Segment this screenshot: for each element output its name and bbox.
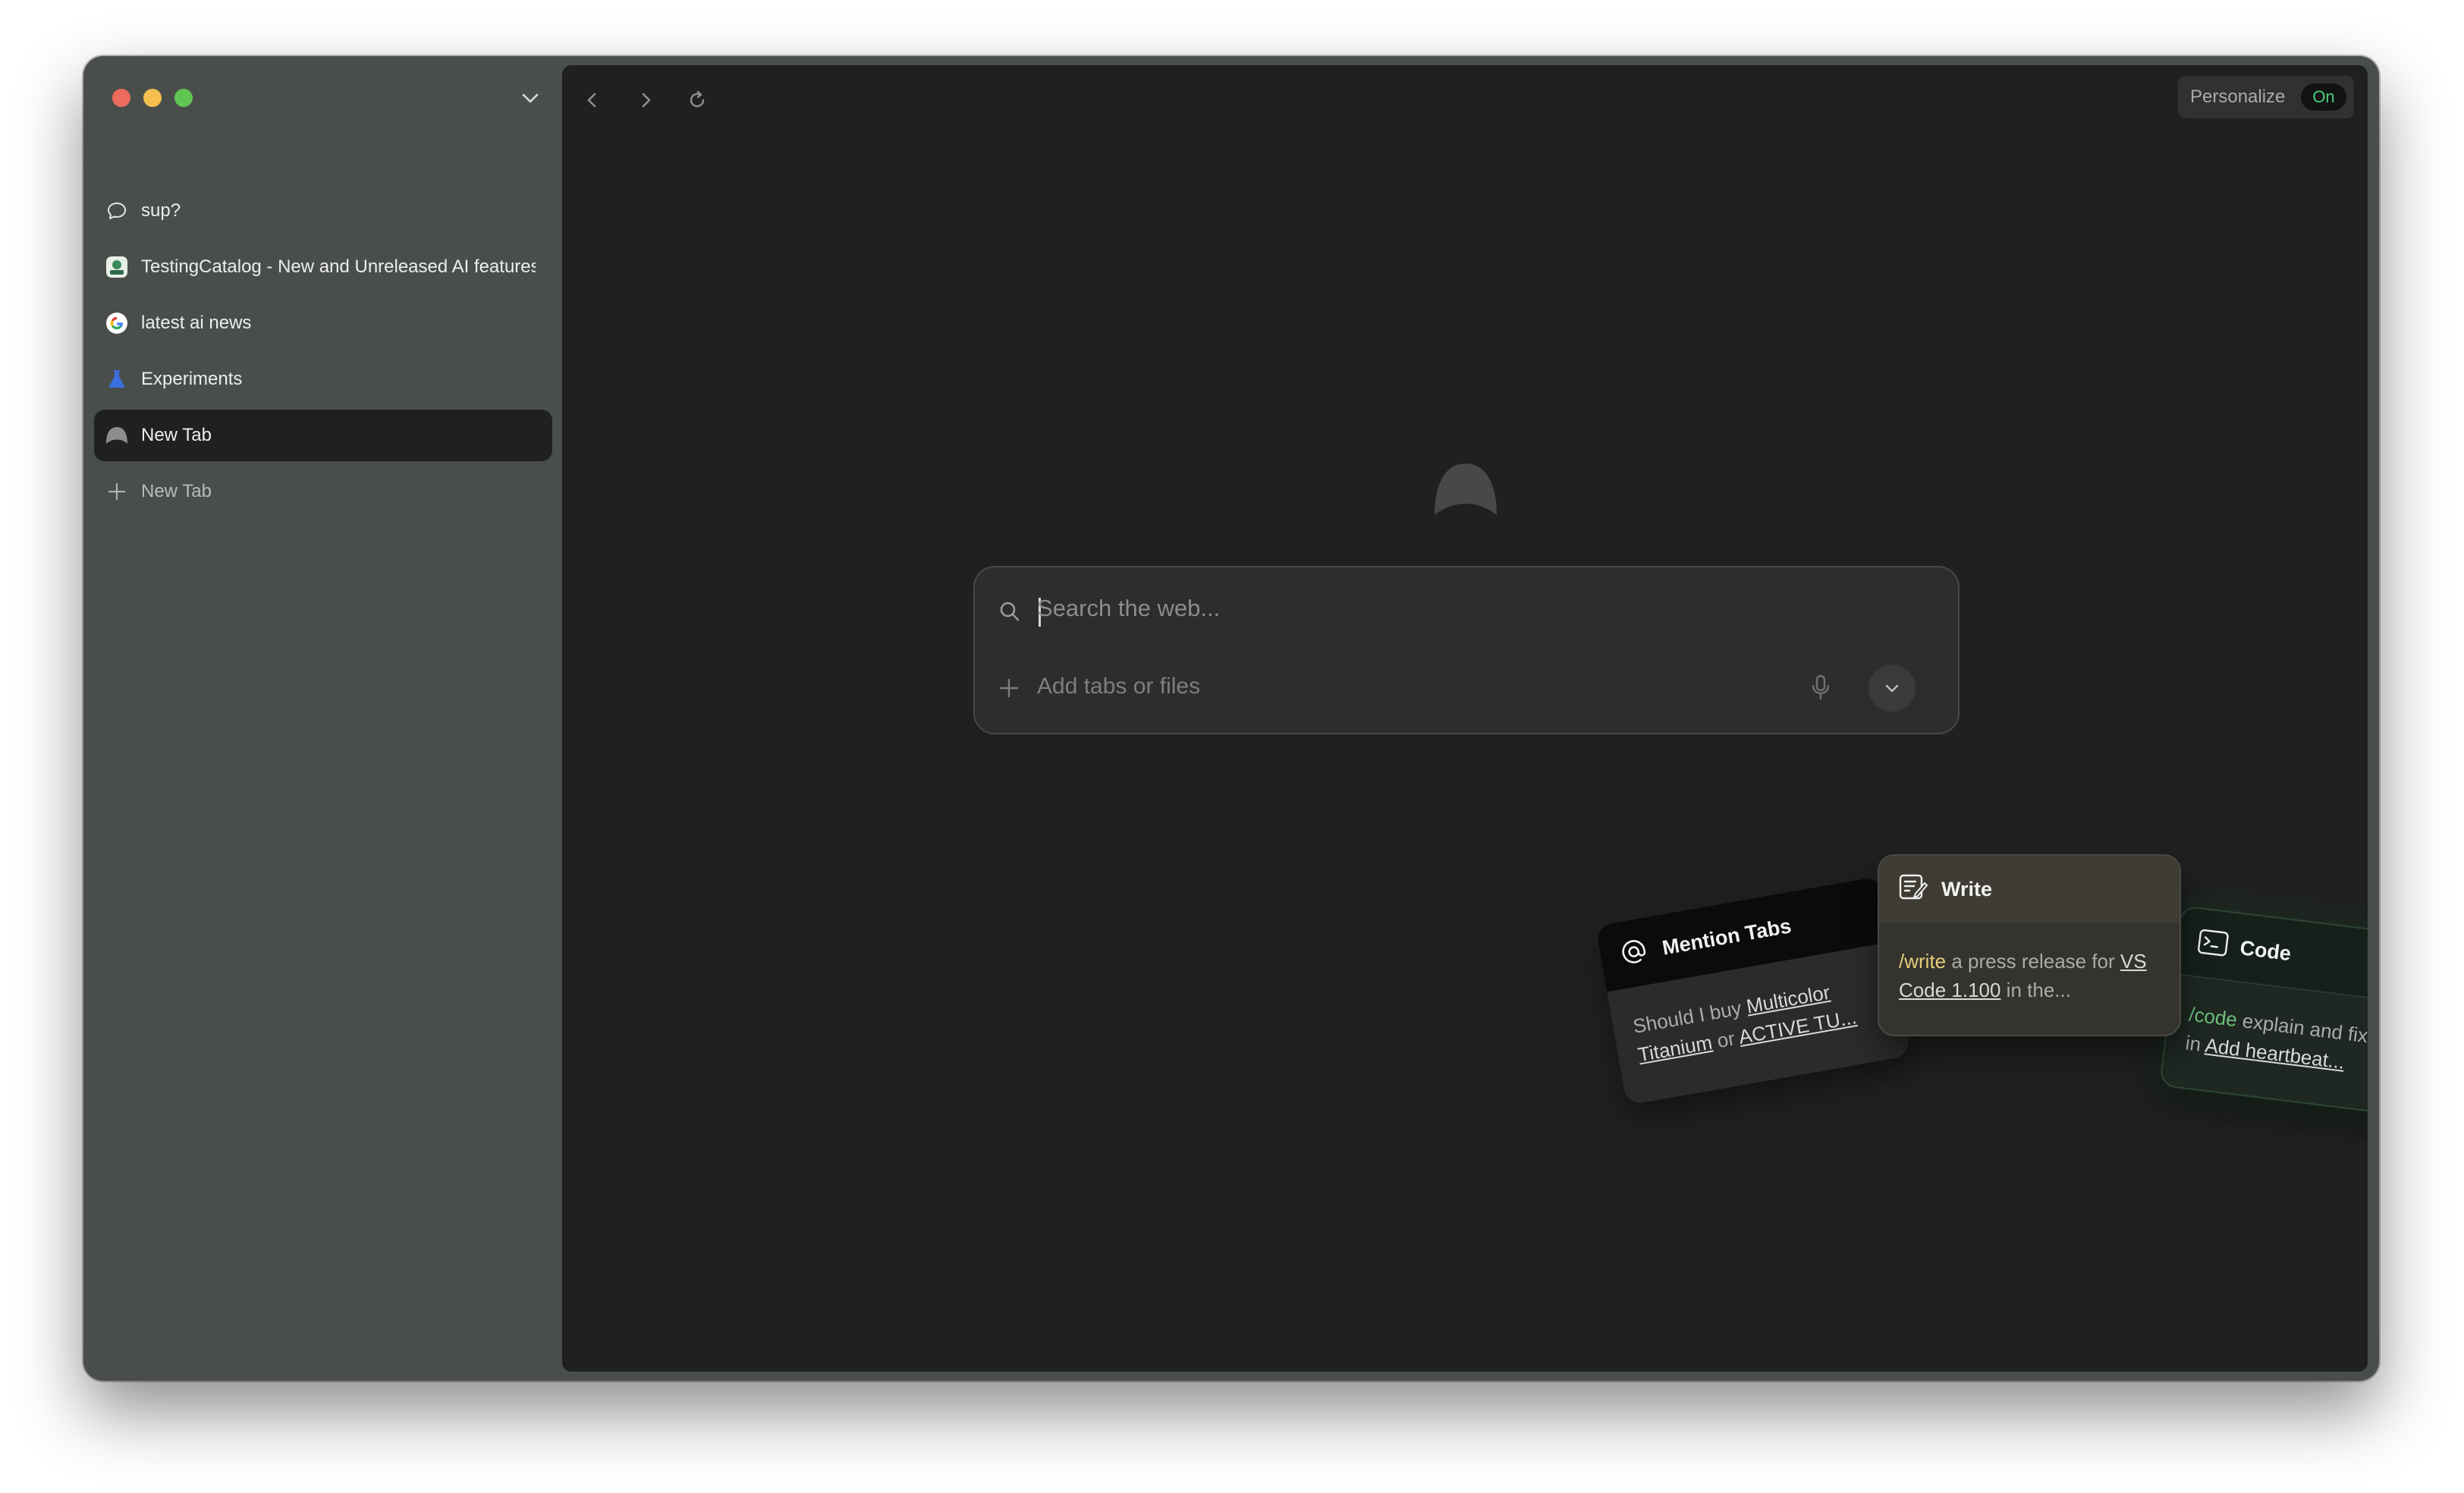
chevron-down-icon xyxy=(1881,677,1903,699)
card-title: Mention Tabs xyxy=(1661,914,1793,960)
chevron-left-icon xyxy=(583,90,602,110)
write-icon xyxy=(1899,874,1928,905)
minimize-window-button[interactable] xyxy=(143,89,162,107)
card-example: Should I buy Multicolor Titanium or ACTI… xyxy=(1630,968,1890,1069)
sidebar-item-label: sup? xyxy=(141,200,536,222)
example-text: in the... xyxy=(2000,979,2071,1001)
chevron-right-icon xyxy=(636,90,655,110)
chat-bubble-icon xyxy=(105,199,129,223)
back-button[interactable] xyxy=(577,85,608,115)
example-text: a press release for xyxy=(1946,950,2120,973)
code-card[interactable]: Code /code explain and fix the bug in Ad… xyxy=(2159,905,2368,1122)
personalize-toggle[interactable]: On xyxy=(2301,83,2346,111)
card-header: Code xyxy=(2174,907,2368,1010)
main-content: Personalize On Search the web... Add tab… xyxy=(562,65,2368,1372)
close-window-button[interactable] xyxy=(112,89,130,107)
browser-window: sup? TestingCatalog - New and Unreleased… xyxy=(83,56,2379,1381)
chevron-down-icon[interactable] xyxy=(519,86,542,109)
zoom-window-button[interactable] xyxy=(174,89,193,107)
slash-command: /write xyxy=(1899,950,1946,973)
google-icon xyxy=(105,311,129,335)
at-sign-icon xyxy=(1618,935,1651,971)
reload-button[interactable] xyxy=(682,85,712,115)
personalize-label: Personalize xyxy=(2190,86,2285,108)
terminal-icon xyxy=(2196,928,2230,961)
write-card[interactable]: Write /write a press release for VS Code… xyxy=(1878,854,2181,1036)
sidebar: sup? TestingCatalog - New and Unreleased… xyxy=(83,56,561,1381)
example-text: or xyxy=(1710,1026,1741,1053)
new-tab-label: New Tab xyxy=(141,481,536,502)
testingcatalog-favicon xyxy=(105,255,129,279)
card-title: Code xyxy=(2239,936,2293,966)
card-example: /write a press release for VS Code 1.100… xyxy=(1899,947,2164,1004)
personalize-control[interactable]: Personalize On xyxy=(2178,76,2354,118)
dia-logo-icon xyxy=(105,423,129,448)
sidebar-item-label: TestingCatalog - New and Unreleased AI f… xyxy=(141,256,536,278)
reload-icon xyxy=(687,90,708,111)
search-icon xyxy=(998,599,1022,627)
sidebar-item-experiments[interactable]: Experiments xyxy=(94,354,552,405)
plus-icon[interactable] xyxy=(998,677,1020,703)
search-input[interactable]: Search the web... xyxy=(1037,595,1220,622)
sidebar-item-label: New Tab xyxy=(141,425,536,446)
plus-icon xyxy=(105,479,129,504)
search-box[interactable]: Search the web... Add tabs or files xyxy=(973,566,1960,734)
forward-button[interactable] xyxy=(630,85,661,115)
sidebar-item-label: Experiments xyxy=(141,369,536,390)
dia-logo-icon xyxy=(1433,462,1498,517)
slash-command: /code xyxy=(2188,1003,2239,1032)
microphone-icon[interactable] xyxy=(1809,674,1832,705)
card-header: Write xyxy=(1879,856,2180,923)
add-tabs-or-files-button[interactable]: Add tabs or files xyxy=(1037,674,1200,699)
flask-icon xyxy=(105,367,129,391)
mention-tabs-card[interactable]: Mention Tabs Should I buy Multicolor Tit… xyxy=(1595,876,1911,1105)
model-dropdown-button[interactable] xyxy=(1868,665,1916,712)
card-example: /code explain and fix the bug in Add hea… xyxy=(2184,1000,2368,1089)
sidebar-item-latest-ai-news[interactable]: latest ai news xyxy=(94,297,552,349)
sidebar-item-testingcatalog[interactable]: TestingCatalog - New and Unreleased AI f… xyxy=(94,241,552,293)
card-title: Write xyxy=(1941,878,1992,901)
sidebar-item-label: latest ai news xyxy=(141,313,536,334)
new-tab-button[interactable]: New Tab xyxy=(94,466,552,517)
traffic-lights xyxy=(112,89,193,107)
sidebar-item-new-tab-active[interactable]: New Tab xyxy=(94,410,552,461)
sidebar-item-sup[interactable]: sup? xyxy=(94,185,552,237)
